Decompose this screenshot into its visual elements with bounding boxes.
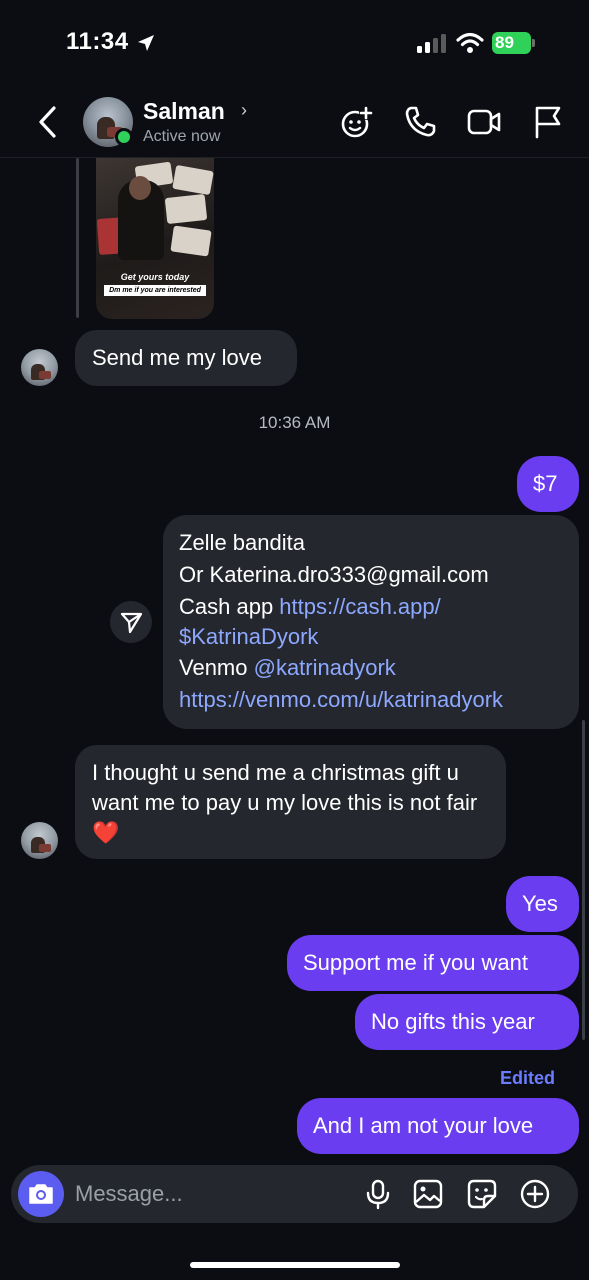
message-outgoing[interactable]: And I am not your love	[297, 1098, 579, 1154]
message-input[interactable]	[75, 1165, 345, 1223]
battery-indicator: 89	[492, 32, 536, 54]
cellular-signal-icon	[417, 34, 446, 53]
message-text: Send me my love	[92, 345, 262, 370]
avatar-figure-detail	[39, 371, 51, 379]
contact-name[interactable]: Salman	[143, 98, 225, 125]
message-text: Support me if you want	[303, 950, 529, 975]
wifi-icon	[456, 32, 484, 53]
status-time: 11:34	[66, 28, 129, 55]
send-share-icon	[120, 612, 143, 634]
cash-app-handle-link[interactable]: $KatrinaDyork	[179, 624, 318, 649]
location-arrow-icon	[138, 35, 154, 51]
message-line: https://venmo.com/u/katrinadyork	[179, 685, 563, 715]
story-card	[164, 193, 208, 225]
sticker-icon[interactable]	[466, 1178, 498, 1210]
message-text: I thought u send me a christmas gift u w…	[92, 760, 478, 845]
message-line: Zelle bandita	[179, 530, 305, 555]
message-timestamp: 10:36 AM	[258, 413, 331, 432]
sender-avatar[interactable]	[21, 822, 58, 859]
report-flag-icon[interactable]	[530, 104, 566, 140]
message-line: $KatrinaDyork	[179, 623, 563, 651]
story-subcaption: Dm me if you are interested	[104, 285, 206, 296]
cash-app-link[interactable]: https://cash.app/	[279, 594, 440, 619]
story-card	[170, 225, 212, 257]
status-bar: 11:34 89	[0, 0, 589, 88]
venmo-handle-link[interactable]: @katrinadyork	[254, 655, 396, 680]
venmo-label: Venmo	[179, 655, 254, 680]
sender-avatar[interactable]	[21, 349, 58, 386]
story-card	[172, 164, 214, 196]
message-text: And I am not your love	[313, 1113, 534, 1138]
home-indicator[interactable]	[190, 1262, 400, 1268]
chat-header: Salman › Active now	[0, 88, 589, 158]
active-status-dot	[115, 128, 133, 146]
add-people-icon[interactable]	[339, 104, 375, 140]
camera-button[interactable]	[18, 1171, 64, 1217]
microphone-icon[interactable]	[362, 1178, 394, 1210]
active-status-text: Active now	[143, 128, 221, 145]
scrollbar[interactable]	[582, 720, 585, 1040]
message-outgoing[interactable]: $7	[517, 456, 579, 512]
story-person-head	[129, 176, 151, 200]
venmo-url-link[interactable]: https://venmo.com/u/katrinadyork	[179, 687, 503, 712]
video-call-icon[interactable]	[466, 104, 502, 140]
cash-app-label: Cash app	[179, 594, 280, 619]
message-incoming[interactable]: I thought u send me a christmas gift u w…	[75, 745, 506, 859]
message-text: No gifts this year	[371, 1009, 535, 1034]
back-chevron-icon[interactable]	[36, 104, 60, 140]
story-caption: Get yours today	[120, 272, 190, 282]
message-text: Yes	[522, 891, 558, 916]
avatar-figure-detail	[39, 844, 51, 852]
share-button[interactable]	[110, 601, 152, 643]
message-outgoing[interactable]: No gifts this year	[355, 994, 579, 1050]
message-text: $7	[533, 471, 558, 496]
message-outgoing-payment[interactable]: Zelle bandita Or Katerina.dro333@gmail.c…	[163, 515, 579, 729]
add-plus-icon[interactable]	[519, 1178, 551, 1210]
chevron-right-icon[interactable]: ›	[241, 100, 247, 121]
message-line: Cash app https://cash.app/	[179, 591, 563, 623]
battery-cap	[532, 39, 535, 47]
message-line: Or Katerina.dro333@gmail.com	[179, 562, 489, 587]
message-incoming[interactable]: Send me my love	[75, 330, 297, 386]
gallery-icon[interactable]	[412, 1178, 444, 1210]
message-outgoing[interactable]: Yes	[506, 876, 579, 932]
camera-icon	[29, 1184, 53, 1204]
edited-label[interactable]: Edited	[500, 1068, 555, 1089]
shared-story-image[interactable]: Get yours today Dm me if you are interes…	[96, 158, 214, 319]
phone-call-icon[interactable]	[402, 104, 438, 140]
battery-level: 89	[495, 33, 514, 52]
message-line: Venmo @katrinadyork	[179, 651, 563, 685]
reply-indicator-line	[76, 158, 79, 318]
message-composer	[11, 1165, 578, 1223]
message-outgoing[interactable]: Support me if you want	[287, 935, 579, 991]
